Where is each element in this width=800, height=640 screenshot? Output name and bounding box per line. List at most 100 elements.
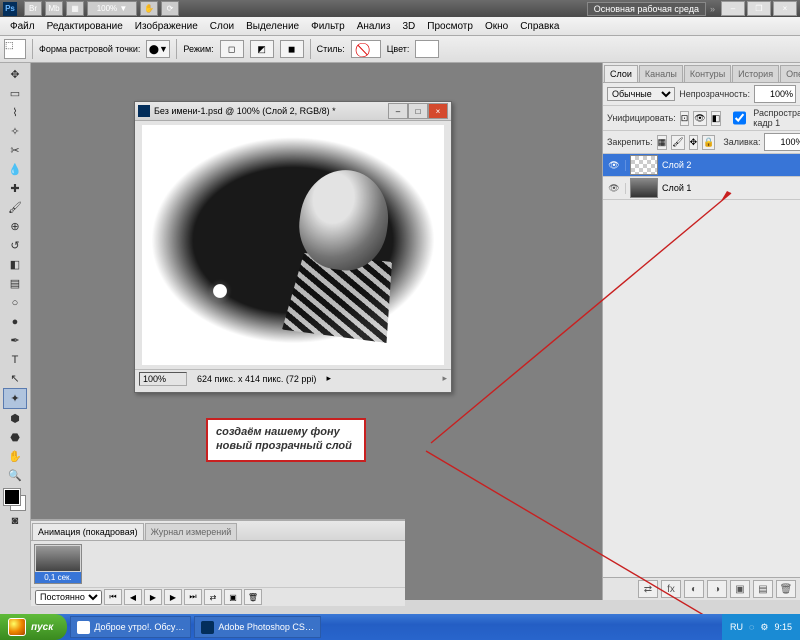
menu-image[interactable]: Изображение — [129, 19, 204, 34]
3d-tool[interactable]: ⬢ — [4, 409, 26, 428]
move-tool[interactable]: ✥ — [4, 65, 26, 84]
view-rotate-button[interactable]: ⟳ — [161, 1, 179, 16]
tray-icon[interactable]: ⚙ — [760, 622, 768, 633]
new-layer-button[interactable]: ▤ — [753, 580, 773, 598]
link-layers-button[interactable]: ⇄ — [638, 580, 658, 598]
color-swatches[interactable] — [4, 489, 26, 511]
anim-first-button[interactable]: ⏮ — [104, 589, 122, 605]
doc-minimize-button[interactable]: – — [721, 1, 745, 16]
quickmask-toggle[interactable]: ◙ — [4, 511, 26, 530]
foreground-color[interactable] — [4, 489, 20, 505]
docwin-minimize-button[interactable]: – — [388, 103, 408, 119]
language-indicator[interactable]: RU — [730, 622, 743, 632]
pen-tool[interactable]: ✒ — [4, 331, 26, 350]
visibility-toggle[interactable]: 👁 — [603, 160, 626, 171]
anim-delete-button[interactable]: 🗑 — [244, 589, 262, 605]
menu-edit[interactable]: Редактирование — [41, 19, 129, 34]
stamp-tool[interactable]: ⊕ — [4, 217, 26, 236]
mode-btn-2[interactable]: ◩ — [250, 40, 274, 58]
menu-view[interactable]: Просмотр — [421, 19, 479, 34]
doc-close-button[interactable]: × — [773, 1, 797, 16]
fill-field[interactable] — [764, 133, 800, 151]
dodge-tool[interactable]: ● — [4, 312, 26, 331]
layer-mask-button[interactable]: ◐ — [684, 580, 704, 598]
3d-camera-tool[interactable]: ⬣ — [4, 428, 26, 447]
path-tool[interactable]: ↖ — [4, 369, 26, 388]
tool-preset-button[interactable]: ⬚ — [4, 39, 26, 59]
blur-tool[interactable]: ○ — [4, 293, 26, 312]
layer-name[interactable]: Слой 1 — [662, 183, 691, 193]
eyedropper-tool[interactable]: 💧 — [4, 160, 26, 179]
menu-file[interactable]: Файл — [4, 19, 41, 34]
type-tool[interactable]: T — [4, 350, 26, 369]
document-titlebar[interactable]: Без имени-1.psd @ 100% (Слой 2, RGB/8) *… — [135, 102, 451, 121]
zoom-level[interactable]: 100% ▼ — [87, 1, 137, 16]
opacity-field[interactable] — [754, 85, 796, 103]
mode-btn-1[interactable]: ◻ — [220, 40, 244, 58]
menu-filter[interactable]: Фильтр — [305, 19, 351, 34]
unify-position-button[interactable]: ⊡ — [680, 111, 690, 126]
unify-visibility-button[interactable]: 👁 — [693, 111, 706, 126]
menu-help[interactable]: Справка — [514, 19, 565, 34]
hand-tool[interactable]: ✋ — [4, 447, 26, 466]
mini-bridge-button[interactable]: Mb — [45, 1, 63, 16]
propagate-checkbox[interactable] — [733, 111, 746, 125]
anim-last-button[interactable]: ⏭ — [184, 589, 202, 605]
zoom-tool[interactable]: 🔍 — [4, 466, 26, 485]
layer-thumb[interactable] — [630, 155, 658, 175]
menu-layer[interactable]: Слои — [204, 19, 240, 34]
anim-prev-button[interactable]: ◀ — [124, 589, 142, 605]
layer-style-button[interactable]: fx — [661, 580, 681, 598]
lasso-tool[interactable]: ⌇ — [4, 103, 26, 122]
anim-newframe-button[interactable]: ▣ — [224, 589, 242, 605]
anim-next-button[interactable]: ▶ — [164, 589, 182, 605]
adjustment-layer-button[interactable]: ◑ — [707, 580, 727, 598]
blend-mode-select[interactable]: Обычные — [607, 87, 675, 101]
taskbar-item-browser[interactable]: Доброе утро!. Обсу… — [70, 616, 191, 638]
doc-restore-button[interactable]: ❐ — [747, 1, 771, 16]
gradient-tool[interactable]: ▤ — [4, 274, 26, 293]
frame-delay[interactable]: 0,1 сек. — [35, 572, 81, 583]
clock[interactable]: 9:15 — [774, 622, 792, 632]
layer-name[interactable]: Слой 2 — [662, 160, 691, 170]
delete-layer-button[interactable]: 🗑 — [776, 580, 796, 598]
taskbar-item-photoshop[interactable]: Adobe Photoshop CS… — [194, 616, 321, 638]
history-brush-tool[interactable]: ↺ — [4, 236, 26, 255]
brush-tool[interactable]: 🖌 — [4, 198, 26, 217]
heal-tool[interactable]: ✚ — [4, 179, 26, 198]
lock-transparency-button[interactable]: ▦ — [657, 135, 668, 150]
tab-history[interactable]: История — [732, 65, 779, 82]
anim-tween-button[interactable]: ⇄ — [204, 589, 222, 605]
tab-measurement-log[interactable]: Журнал измерений — [145, 523, 238, 540]
layer-row[interactable]: 👁 Слой 1 — [603, 177, 800, 200]
start-button[interactable]: пуск — [0, 614, 67, 640]
lock-pixels-button[interactable]: 🖌 — [671, 135, 684, 150]
menu-analysis[interactable]: Анализ — [351, 19, 397, 34]
tab-channels[interactable]: Каналы — [639, 65, 683, 82]
marquee-tool[interactable]: ▭ — [4, 84, 26, 103]
anim-play-button[interactable]: ▶ — [144, 589, 162, 605]
workspace-expand[interactable]: » — [710, 4, 715, 14]
bridge-button[interactable]: Br — [24, 1, 42, 16]
tab-actions[interactable]: Операции — [780, 65, 800, 82]
brushform-picker[interactable]: ⬤▼ — [146, 40, 170, 58]
menu-select[interactable]: Выделение — [240, 19, 305, 34]
eraser-tool[interactable]: ◧ — [4, 255, 26, 274]
layer-thumb[interactable] — [630, 178, 658, 198]
menu-window[interactable]: Окно — [479, 19, 514, 34]
animation-frame-1[interactable]: 0,1 сек. — [34, 544, 82, 584]
unify-style-button[interactable]: ◧ — [711, 111, 722, 126]
menu-3d[interactable]: 3D — [396, 19, 421, 34]
wand-tool[interactable]: ✧ — [4, 122, 26, 141]
view-hand-button[interactable]: ✋ — [140, 1, 158, 16]
group-button[interactable]: ▣ — [730, 580, 750, 598]
visibility-toggle[interactable]: 👁 — [603, 183, 626, 194]
docwin-maximize-button[interactable]: □ — [408, 103, 428, 119]
shape-tool[interactable]: ✦ — [3, 388, 27, 409]
docwin-close-button[interactable]: × — [428, 103, 448, 119]
lock-all-button[interactable]: 🔒 — [702, 135, 715, 150]
tray-icon[interactable]: ◌ — [749, 622, 754, 632]
mode-btn-3[interactable]: ◼ — [280, 40, 304, 58]
scroll-right[interactable]: ▸ — [442, 373, 447, 384]
crop-tool[interactable]: ✂ — [4, 141, 26, 160]
